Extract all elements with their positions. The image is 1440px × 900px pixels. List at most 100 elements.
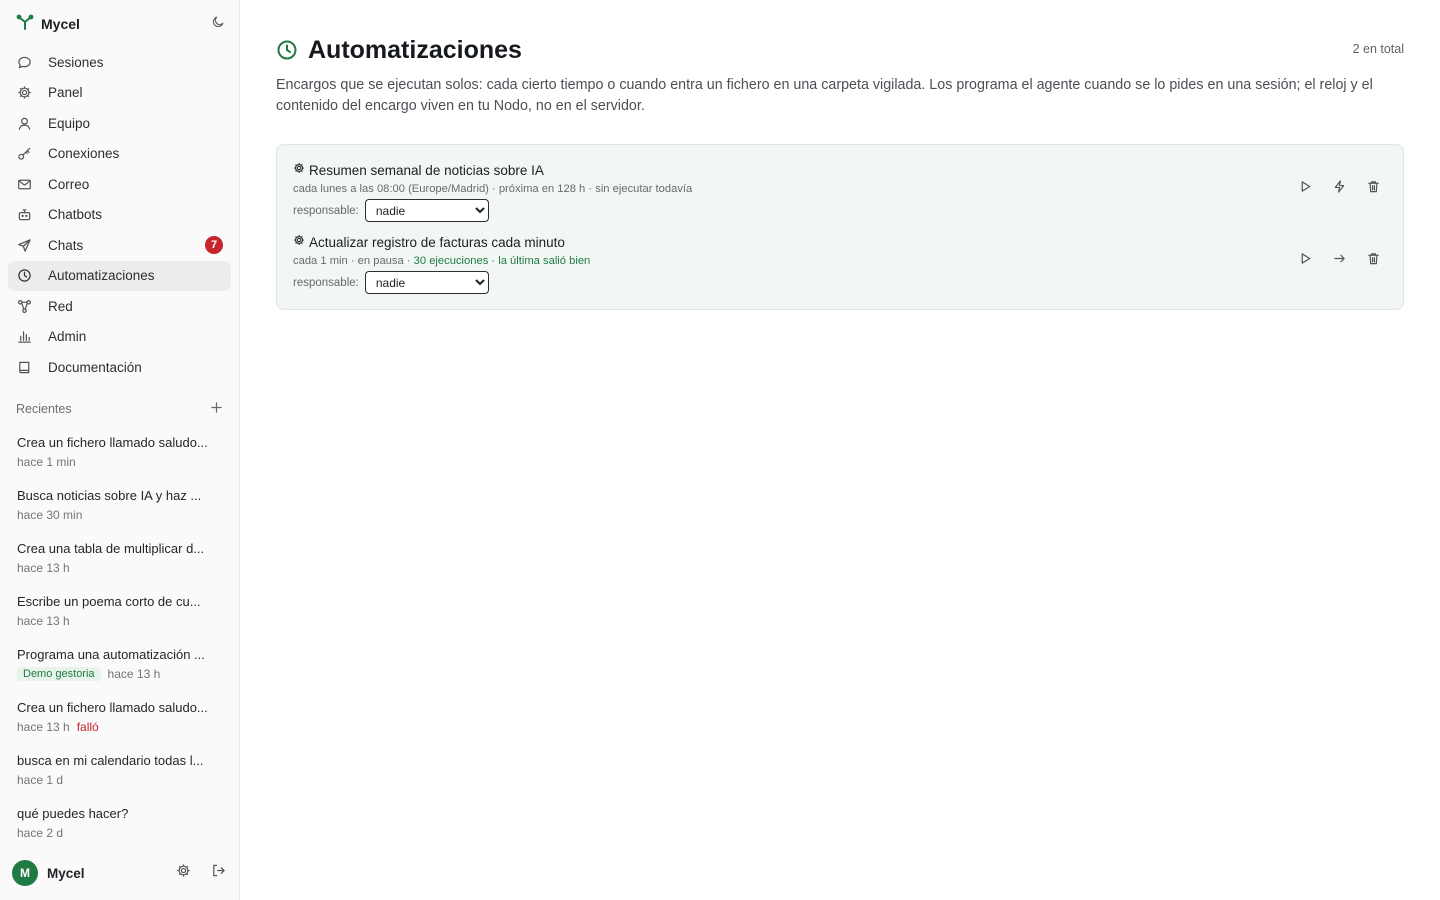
play-icon xyxy=(1299,252,1312,270)
project-tag: Demo gestoria xyxy=(17,667,101,681)
page-title: Automatizaciones xyxy=(308,35,522,64)
automations-list: Resumen semanal de noticias sobre IA cad… xyxy=(276,144,1404,310)
sidebar-item-label: Conexiones xyxy=(48,146,120,162)
responsable-label: responsable: xyxy=(293,204,359,217)
page-header: Automatizaciones 2 en total xyxy=(276,34,1404,66)
automation-schedule-text: cada 1 min · en pausa · xyxy=(293,255,414,267)
responsable-select[interactable]: nadie xyxy=(364,199,489,222)
recent-session-time: hace 30 min xyxy=(17,508,83,522)
recent-session-item[interactable]: qué puedes hacer? hace 2 d xyxy=(8,802,231,855)
sidebar-item-connections[interactable]: Conexiones xyxy=(8,139,231,170)
arrow-right-icon xyxy=(1333,252,1346,270)
automation-item: Actualizar registro de facturas cada min… xyxy=(293,233,1383,297)
recent-session-title: Escribe un poema corto de cu... xyxy=(17,594,201,609)
recent-session-item[interactable]: Escribe un poema corto de cu... hace 13 … xyxy=(8,590,231,643)
moon-icon xyxy=(211,15,225,34)
sidebar-item-panel[interactable]: Panel xyxy=(8,78,231,109)
failed-status: falló xyxy=(76,720,99,734)
delete-button[interactable] xyxy=(1363,251,1383,271)
total-count: 2 en total xyxy=(1352,42,1404,56)
sidebar-item-docs[interactable]: Documentación xyxy=(8,352,231,383)
gear-icon xyxy=(293,233,305,251)
brand-name: Mycel xyxy=(41,16,80,32)
sidebar-item-label: Sesiones xyxy=(48,54,104,70)
automation-schedule-text: cada lunes a las 08:00 (Europe/Madrid) ·… xyxy=(293,183,693,195)
sidebar-item-label: Chats xyxy=(48,237,84,253)
sidebar-item-automations[interactable]: Automatizaciones xyxy=(8,260,231,291)
recent-session-item[interactable]: Crea un fichero llamado saludo... hace 1… xyxy=(8,431,231,484)
run-now-button[interactable] xyxy=(1295,251,1315,271)
key-icon xyxy=(16,146,32,162)
recent-session-item[interactable]: Crea una tabla de multiplicar d... hace … xyxy=(8,537,231,590)
bar-chart-icon xyxy=(16,329,32,345)
recent-session-title: Crea un fichero llamado saludo... xyxy=(17,700,208,715)
automation-actions xyxy=(1295,179,1383,199)
logout-button[interactable] xyxy=(208,863,228,883)
recent-session-title: busca en mi calendario todas l... xyxy=(17,753,204,768)
sidebar-item-team[interactable]: Equipo xyxy=(8,108,231,139)
clock-icon xyxy=(16,268,32,284)
recent-session-item[interactable]: busca en mi calendario todas l... hace 1… xyxy=(8,749,231,802)
responsable-select[interactable]: nadie xyxy=(364,271,489,294)
automation-name: Actualizar registro de facturas cada min… xyxy=(309,234,565,250)
logout-icon xyxy=(211,863,226,883)
sidebar-item-admin[interactable]: Admin xyxy=(8,322,231,353)
new-session-button[interactable] xyxy=(208,401,224,417)
recent-session-time: hace 13 h xyxy=(17,720,70,734)
recent-session-item[interactable]: Busca noticias sobre IA y haz ... hace 3… xyxy=(8,484,231,537)
page-description: Encargos que se ejecutan solos: cada cie… xyxy=(276,77,1373,114)
sidebar: Mycel Sesiones Panel Equipo Conexiones C… xyxy=(0,0,240,900)
sidebar-item-label: Equipo xyxy=(48,115,91,131)
recent-session-title: qué puedes hacer? xyxy=(17,806,129,821)
automation-name: Resumen semanal de noticias sobre IA xyxy=(309,162,544,178)
user-name: Mycel xyxy=(47,865,85,881)
gear-icon xyxy=(293,161,305,179)
delete-button[interactable] xyxy=(1363,179,1383,199)
play-icon xyxy=(1299,180,1312,198)
sidebar-item-chats[interactable]: Chats 7 xyxy=(8,230,231,261)
automation-schedule: cada lunes a las 08:00 (Europe/Madrid) ·… xyxy=(293,181,1383,197)
trigger-button[interactable] xyxy=(1329,179,1349,199)
recent-session-title: Crea un fichero llamado saludo... xyxy=(17,435,208,450)
clock-icon xyxy=(276,39,298,61)
recent-session-item[interactable]: Crea un fichero llamado saludo... hace 1… xyxy=(8,696,231,749)
sidebar-item-mail[interactable]: Correo xyxy=(8,169,231,200)
book-icon xyxy=(16,359,32,375)
recent-title: Recientes xyxy=(16,402,72,416)
trash-icon xyxy=(1367,180,1380,198)
bot-icon xyxy=(16,207,32,223)
network-icon xyxy=(16,298,32,314)
recent-session-title: Crea una tabla de multiplicar d... xyxy=(17,541,205,556)
run-now-button[interactable] xyxy=(1295,179,1315,199)
plus-icon xyxy=(210,400,222,418)
recent-session-time: hace 13 h xyxy=(17,561,70,575)
sidebar-item-label: Chatbots xyxy=(48,207,103,223)
sidebar-item-label: Correo xyxy=(48,176,90,192)
recent-header: Recientes xyxy=(16,400,224,418)
settings-button[interactable] xyxy=(173,863,193,883)
sidebar-item-label: Documentación xyxy=(48,359,142,375)
recent-session-item[interactable]: Programa una automatización ... Demo ges… xyxy=(8,643,231,696)
mycel-logo-icon xyxy=(16,13,34,36)
recent-session-time: hace 13 h xyxy=(17,614,70,628)
chat-bubble-icon xyxy=(16,54,32,70)
trash-icon xyxy=(1367,252,1380,270)
avatar[interactable]: M xyxy=(12,860,38,886)
user-footer: M Mycel xyxy=(12,860,228,886)
sidebar-item-chatbots[interactable]: Chatbots xyxy=(8,200,231,231)
sidebar-item-network[interactable]: Red xyxy=(8,291,231,322)
unread-count-badge: 7 xyxy=(205,236,223,254)
gear-icon xyxy=(176,863,191,883)
sidebar-item-label: Panel xyxy=(48,85,83,101)
recent-session-time: hace 13 h xyxy=(107,667,161,681)
brand[interactable]: Mycel xyxy=(16,13,80,35)
automation-item: Resumen semanal de noticias sobre IA cad… xyxy=(293,161,1383,225)
sidebar-item-label: Red xyxy=(48,298,73,314)
theme-toggle-button[interactable] xyxy=(208,14,228,34)
sidebar-item-sessions[interactable]: Sesiones xyxy=(8,47,231,78)
recent-session-time: hace 1 d xyxy=(17,773,64,787)
resume-button[interactable] xyxy=(1329,251,1349,271)
sidebar-item-label: Automatizaciones xyxy=(48,268,155,284)
recent-session-title: Programa una automatización ... xyxy=(17,647,205,662)
automation-actions xyxy=(1295,251,1383,271)
